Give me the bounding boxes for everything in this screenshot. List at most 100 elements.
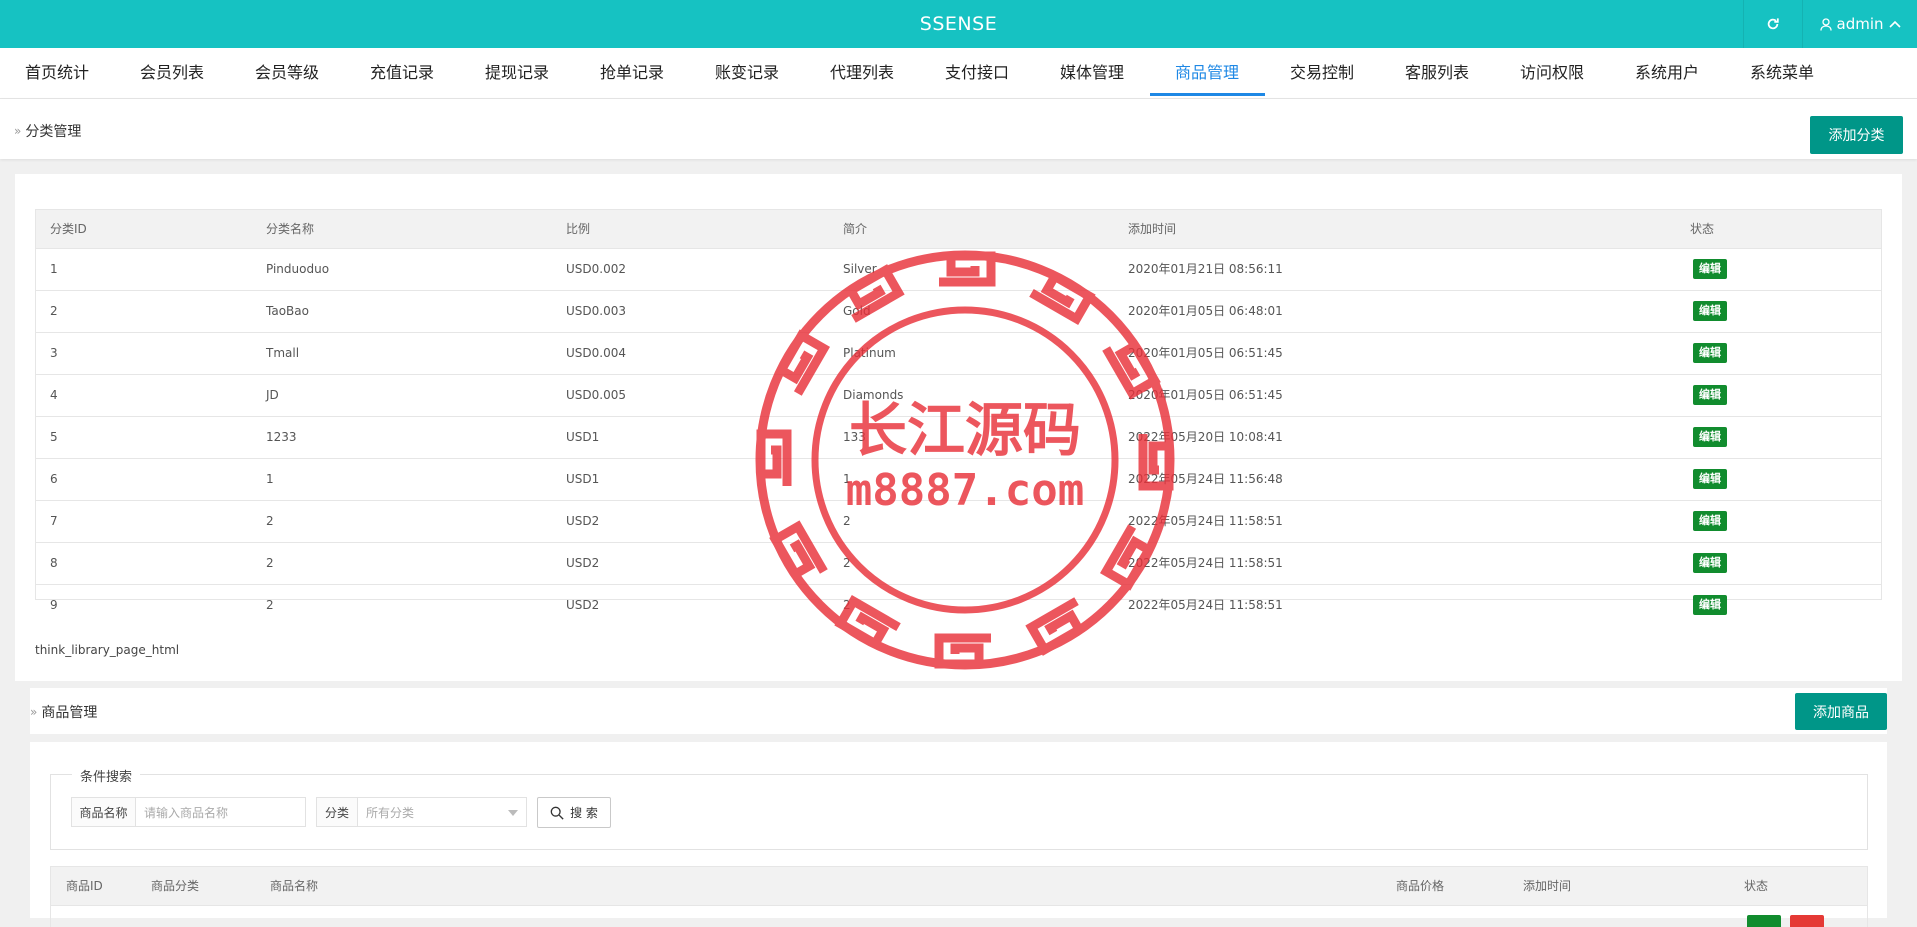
category-title: » 分类管理 (14, 121, 81, 141)
edit-badge[interactable]: 编辑 (1693, 259, 1727, 279)
table-header-row: 商品ID 商品分类 商品名称 商品价格 添加时间 状态 (51, 867, 1867, 906)
col-header: 状态 (1744, 879, 1769, 893)
double-chevron-icon: » (30, 705, 38, 719)
table-cell: Pinduoduo (266, 262, 330, 276)
col-header: 比例 (566, 222, 591, 236)
table-cell: USD1 (566, 430, 600, 444)
col-header: 商品名称 (270, 879, 319, 893)
nav-recharge[interactable]: 充值记录 (370, 48, 434, 96)
app-brand: SSENSE (919, 13, 998, 35)
table-cell: 2 (50, 304, 58, 318)
table-cell: USD1 (566, 472, 600, 486)
edit-button[interactable] (1747, 915, 1781, 927)
nav-system-users[interactable]: 系统用户 (1635, 48, 1699, 96)
table-cell: USD0.004 (566, 346, 626, 360)
table-cell: 2 (266, 556, 274, 570)
nav-access[interactable]: 访问权限 (1520, 48, 1584, 96)
edit-badge[interactable]: 编辑 (1693, 553, 1727, 573)
stamp-meander (1143, 434, 1169, 486)
stamp-meander (840, 601, 898, 650)
table-cell: 1 (266, 472, 274, 486)
table-cell: USD0.002 (566, 262, 626, 276)
table-cell: 5 (50, 430, 58, 444)
col-header: 商品价格 (1396, 879, 1445, 893)
category-header: » 分类管理 添加分类 (0, 99, 1917, 159)
category-filter-label: 分类 (316, 797, 358, 827)
table-cell: 4 (50, 388, 58, 402)
col-header: 添加时间 (1523, 879, 1572, 893)
nav-home-stats[interactable]: 首页统计 (25, 48, 89, 96)
nav-media[interactable]: 媒体管理 (1060, 48, 1124, 96)
nav-member-list[interactable]: 会员列表 (140, 48, 204, 96)
nav-payment[interactable]: 支付接口 (945, 48, 1009, 96)
edit-badge[interactable]: 编辑 (1693, 343, 1727, 363)
table-cell: 1233 (266, 430, 297, 444)
edit-badge[interactable]: 编辑 (1693, 385, 1727, 405)
watermark-stamp: 长江源码 m8887.com (755, 250, 1175, 670)
edit-badge[interactable]: 编辑 (1693, 301, 1727, 321)
refresh-icon (1767, 18, 1779, 30)
nav-account-change[interactable]: 账变记录 (715, 48, 779, 96)
watermark-line2: m8887.com (846, 465, 1084, 516)
table-cell: USD0.003 (566, 304, 626, 318)
table-cell: 6 (50, 472, 58, 486)
table-cell: 9 (50, 598, 58, 612)
goods-name-label: 商品名称 (71, 797, 136, 827)
add-category-button[interactable]: 添加分类 (1810, 116, 1903, 154)
double-chevron-icon: » (14, 124, 22, 138)
top-bar: SSENSE admin (0, 0, 1917, 48)
stamp-meander (775, 526, 824, 584)
edit-badge[interactable]: 编辑 (1693, 427, 1727, 447)
category-select-value: 所有分类 (366, 806, 415, 820)
nav-withdraw[interactable]: 提现记录 (485, 48, 549, 96)
caret-down-icon (508, 810, 518, 816)
nav-agent-list[interactable]: 代理列表 (830, 48, 894, 96)
add-goods-button[interactable]: 添加商品 (1795, 693, 1887, 730)
table-cell: 2 (266, 598, 274, 612)
table-cell: TaoBao (266, 304, 309, 318)
goods-title: » 商品管理 (30, 702, 97, 722)
chevron-up-icon (1888, 20, 1901, 28)
goods-panel: 条件搜索 商品名称 请输入商品名称 分类 所有分类 搜 索 商品ID 商品分类 … (30, 742, 1887, 927)
nav-trade-control[interactable]: 交易控制 (1290, 48, 1354, 96)
edit-badge[interactable]: 编辑 (1693, 511, 1727, 531)
col-header: 商品ID (66, 879, 103, 893)
table-cell: Tmall (266, 346, 300, 360)
stamp-meander (1106, 335, 1155, 393)
table-cell: USD2 (566, 598, 600, 612)
nav-active-indicator (1150, 93, 1265, 96)
col-header: 分类ID (50, 222, 87, 236)
stamp-meander (1106, 526, 1155, 584)
goods-header: » 商品管理 添加商品 (30, 688, 1887, 734)
stamp-meander (939, 638, 991, 664)
edit-badge[interactable]: 编辑 (1693, 595, 1727, 615)
col-header: 状态 (1690, 222, 1715, 236)
edit-badge[interactable]: 编辑 (1693, 469, 1727, 489)
refresh-button[interactable] (1743, 0, 1802, 48)
col-header: 商品分类 (151, 879, 200, 893)
main-nav: 首页统计 会员列表 会员等级 充值记录 提现记录 抢单记录 账变记录 代理列表 … (0, 48, 1917, 99)
stamp-meander (1031, 270, 1089, 319)
pager-text: think_library_page_html (35, 643, 180, 657)
watermark-line1: 长江源码 (849, 396, 1081, 464)
goods-name-input[interactable]: 请输入商品名称 (136, 797, 306, 827)
table-cell: 2 (266, 514, 274, 528)
nav-grab-orders[interactable]: 抢单记录 (600, 48, 664, 96)
table-cell: USD0.005 (566, 388, 626, 402)
user-menu[interactable]: admin (1802, 0, 1917, 48)
table-cell: 7 (50, 514, 58, 528)
category-select[interactable]: 所有分类 (358, 797, 527, 827)
filter-legend: 条件搜索 (72, 766, 141, 785)
stamp-meander (761, 434, 787, 486)
search-button[interactable]: 搜 索 (537, 797, 611, 828)
table-cell: 8 (50, 556, 58, 570)
nav-service-list[interactable]: 客服列表 (1405, 48, 1469, 96)
stamp-meander (939, 256, 991, 282)
delete-button[interactable] (1790, 915, 1824, 927)
stamp-meander (840, 270, 898, 319)
nav-system-menu[interactable]: 系统菜单 (1750, 48, 1814, 96)
table-cell: USD2 (566, 514, 600, 528)
search-button-label: 搜 索 (570, 806, 598, 820)
nav-member-level[interactable]: 会员等级 (255, 48, 319, 96)
nav-goods[interactable]: 商品管理 (1175, 48, 1239, 96)
